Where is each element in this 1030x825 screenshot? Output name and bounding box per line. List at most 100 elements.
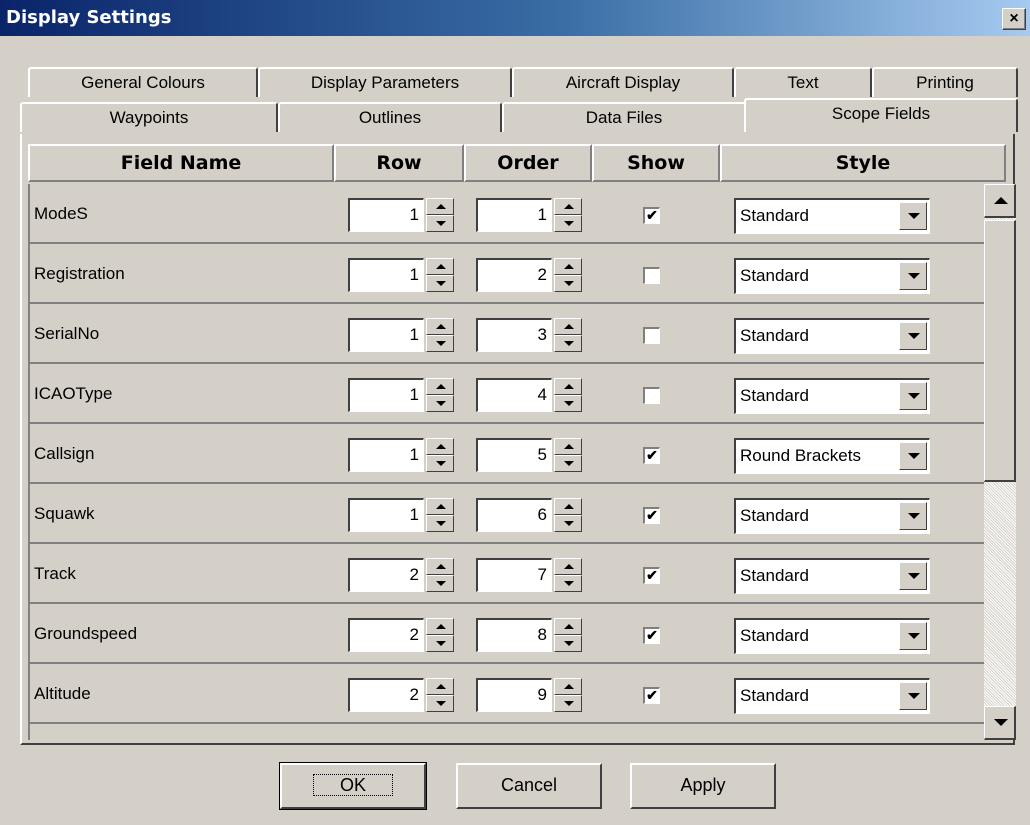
tab-aircraft-display[interactable]: Aircraft Display [512,67,734,97]
dropdown-button[interactable] [899,502,927,530]
table-row[interactable]: Registration 1 2 Standard [30,244,984,304]
header-show[interactable]: Show [592,144,720,182]
spin-up-button[interactable] [554,498,582,515]
spin-up-button[interactable] [426,678,454,695]
spin-up-button[interactable] [554,378,582,395]
show-checkbox[interactable]: ✔ [643,507,660,524]
header-style[interactable]: Style [720,144,1006,182]
close-button[interactable]: × [1002,8,1026,30]
spin-up-button[interactable] [426,438,454,455]
tab-general-colours[interactable]: General Colours [28,67,258,97]
vertical-scrollbar[interactable] [984,184,1016,740]
dropdown-button[interactable] [899,202,927,230]
style-select[interactable]: Round Brackets [734,438,930,474]
row-spinner-value[interactable]: 2 [348,558,424,592]
table-row[interactable]: SerialNo 1 3 Standard [30,304,984,364]
spin-buttons[interactable] [426,558,454,592]
style-select[interactable]: Standard [734,498,930,534]
spin-down-button[interactable] [426,695,454,712]
spin-down-button[interactable] [554,395,582,412]
table-row[interactable]: Groundspeed 2 8 ✔ Standard [30,604,984,664]
tab-outlines[interactable]: Outlines [278,102,502,132]
tab-printing[interactable]: Printing [872,67,1018,97]
table-row[interactable]: ModeS 1 1 ✔ Standard [30,184,984,244]
order-spinner-value[interactable]: 4 [476,378,552,412]
show-checkbox[interactable]: ✔ [643,567,660,584]
row-spinner-value[interactable]: 1 [348,438,424,472]
spin-buttons[interactable] [554,618,582,652]
show-checkbox[interactable]: ✔ [643,687,660,704]
show-checkbox[interactable]: ✔ [643,207,660,224]
spin-buttons[interactable] [554,258,582,292]
spin-buttons[interactable] [554,678,582,712]
spin-down-button[interactable] [554,635,582,652]
spin-up-button[interactable] [426,258,454,275]
spin-up-button[interactable] [426,198,454,215]
spin-buttons[interactable] [554,438,582,472]
row-spinner-value[interactable]: 1 [348,378,424,412]
header-row[interactable]: Row [334,144,464,182]
row-spinner-value[interactable]: 2 [348,618,424,652]
dropdown-button[interactable] [899,322,927,350]
tab-scope-fields[interactable]: Scope Fields [744,98,1018,132]
spin-up-button[interactable] [554,318,582,335]
order-spinner-value[interactable]: 5 [476,438,552,472]
ok-button[interactable]: OK [279,762,427,810]
order-spinner-value[interactable]: 6 [476,498,552,532]
spin-up-button[interactable] [554,438,582,455]
show-checkbox[interactable] [643,387,660,404]
dropdown-button[interactable] [899,262,927,290]
tab-text[interactable]: Text [734,67,872,97]
order-spinner-value[interactable]: 9 [476,678,552,712]
header-field-name[interactable]: Field Name [28,144,334,182]
spin-up-button[interactable] [426,558,454,575]
spin-down-button[interactable] [426,395,454,412]
spin-down-button[interactable] [426,215,454,232]
tab-data-files[interactable]: Data Files [502,102,746,132]
style-select[interactable]: Standard [734,378,930,414]
row-spinner-value[interactable]: 1 [348,258,424,292]
spin-buttons[interactable] [554,558,582,592]
cancel-button[interactable]: Cancel [456,763,602,809]
order-spinner-value[interactable]: 3 [476,318,552,352]
dropdown-button[interactable] [899,622,927,650]
spin-up-button[interactable] [426,378,454,395]
style-select[interactable]: Standard [734,198,930,234]
order-spinner-value[interactable]: 7 [476,558,552,592]
spin-down-button[interactable] [426,335,454,352]
spin-up-button[interactable] [426,618,454,635]
show-checkbox[interactable]: ✔ [643,447,660,464]
show-checkbox[interactable] [643,267,660,284]
show-checkbox[interactable] [643,327,660,344]
table-row[interactable]: Squawk 1 6 ✔ Standard [30,484,984,544]
spin-down-button[interactable] [554,515,582,532]
spin-down-button[interactable] [554,335,582,352]
spin-up-button[interactable] [426,498,454,515]
table-row[interactable]: Altitude 2 9 ✔ Standard [30,664,984,724]
scroll-down-button[interactable] [984,706,1016,740]
style-select[interactable]: Standard [734,678,930,714]
spin-up-button[interactable] [426,318,454,335]
spin-buttons[interactable] [426,678,454,712]
spin-buttons[interactable] [426,438,454,472]
dropdown-button[interactable] [899,562,927,590]
row-spinner-value[interactable]: 1 [348,498,424,532]
spin-down-button[interactable] [426,575,454,592]
table-row[interactable]: Callsign 1 5 ✔ Round Brackets [30,424,984,484]
spin-down-button[interactable] [554,455,582,472]
scroll-up-button[interactable] [984,184,1016,218]
style-select[interactable]: Standard [734,258,930,294]
table-row[interactable]: Track 2 7 ✔ Standard [30,544,984,604]
row-spinner-value[interactable]: 1 [348,318,424,352]
dropdown-button[interactable] [899,442,927,470]
order-spinner-value[interactable]: 2 [476,258,552,292]
tab-waypoints[interactable]: Waypoints [20,102,278,132]
spin-down-button[interactable] [554,695,582,712]
spin-buttons[interactable] [426,618,454,652]
spin-down-button[interactable] [554,275,582,292]
row-spinner-value[interactable]: 2 [348,678,424,712]
spin-down-button[interactable] [554,215,582,232]
spin-buttons[interactable] [554,318,582,352]
spin-down-button[interactable] [426,455,454,472]
order-spinner-value[interactable]: 1 [476,198,552,232]
